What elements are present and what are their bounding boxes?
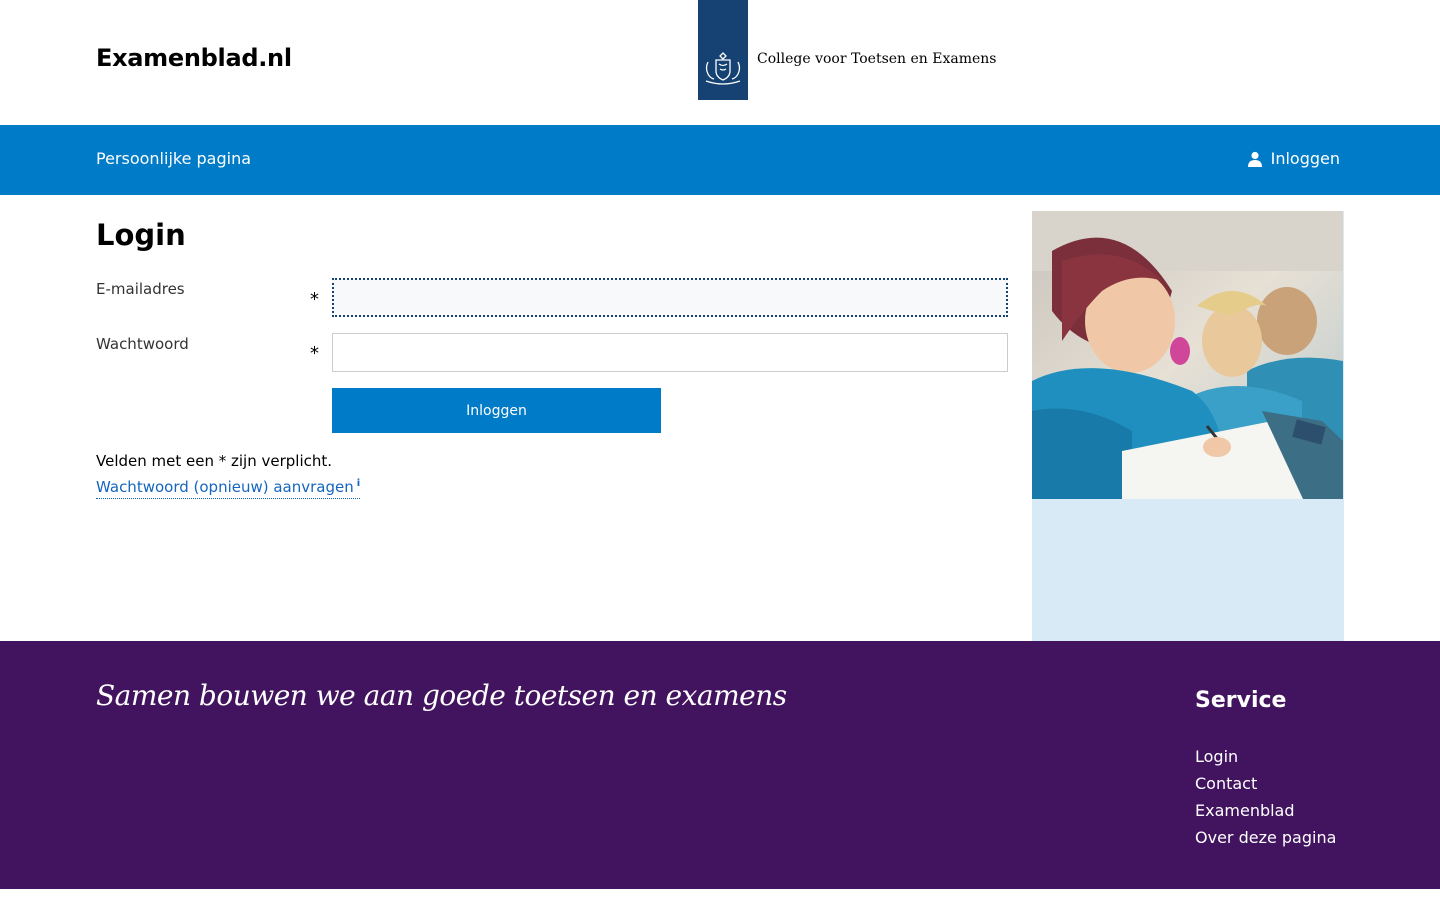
- footer-link-contact[interactable]: Contact: [1195, 770, 1336, 797]
- footer-slogan: Samen bouwen we aan goede toetsen en exa…: [96, 679, 787, 712]
- password-reset-link[interactable]: Wachtwoord (opnieuw) aanvragen i: [96, 478, 361, 499]
- coat-of-arms-icon: [705, 52, 741, 85]
- required-fields-note: Velden met een * zijn verplicht.: [96, 452, 333, 470]
- nav-login-label: Inloggen: [1270, 149, 1340, 168]
- side-panel: [1032, 211, 1344, 641]
- main-navigation: Persoonlijke pagina Inloggen: [0, 125, 1440, 195]
- password-required-marker: *: [310, 343, 319, 364]
- email-field[interactable]: [332, 278, 1008, 317]
- footer-link-examenblad[interactable]: Examenblad: [1195, 797, 1336, 824]
- info-icon[interactable]: i: [357, 478, 360, 489]
- photo-illustration: [1032, 211, 1343, 499]
- password-reset-label: Wachtwoord (opnieuw) aanvragen: [96, 478, 354, 496]
- footer-service-heading: Service: [1195, 688, 1287, 713]
- nav-login-button[interactable]: Inloggen: [1247, 149, 1340, 168]
- site-name[interactable]: Examenblad.nl: [96, 44, 292, 72]
- site-footer: Samen bouwen we aan goede toetsen en exa…: [0, 641, 1440, 889]
- login-submit-button[interactable]: Inloggen: [332, 388, 661, 433]
- user-icon: [1247, 151, 1262, 167]
- organization-name: College voor Toetsen en Examens: [757, 51, 997, 67]
- footer-service-links: Login Contact Examenblad Over deze pagin…: [1195, 743, 1336, 851]
- rijksoverheid-logo: [698, 0, 748, 100]
- footer-link-login[interactable]: Login: [1195, 743, 1336, 770]
- password-field[interactable]: [332, 333, 1008, 372]
- footer-link-about-page[interactable]: Over deze pagina: [1195, 824, 1336, 851]
- page-title: Login: [96, 218, 186, 252]
- password-label: Wachtwoord: [96, 335, 189, 353]
- nav-personal-page-link[interactable]: Persoonlijke pagina: [96, 149, 251, 168]
- email-required-marker: *: [310, 289, 319, 310]
- students-exam-photo: [1032, 211, 1343, 499]
- email-label: E-mailadres: [96, 280, 185, 298]
